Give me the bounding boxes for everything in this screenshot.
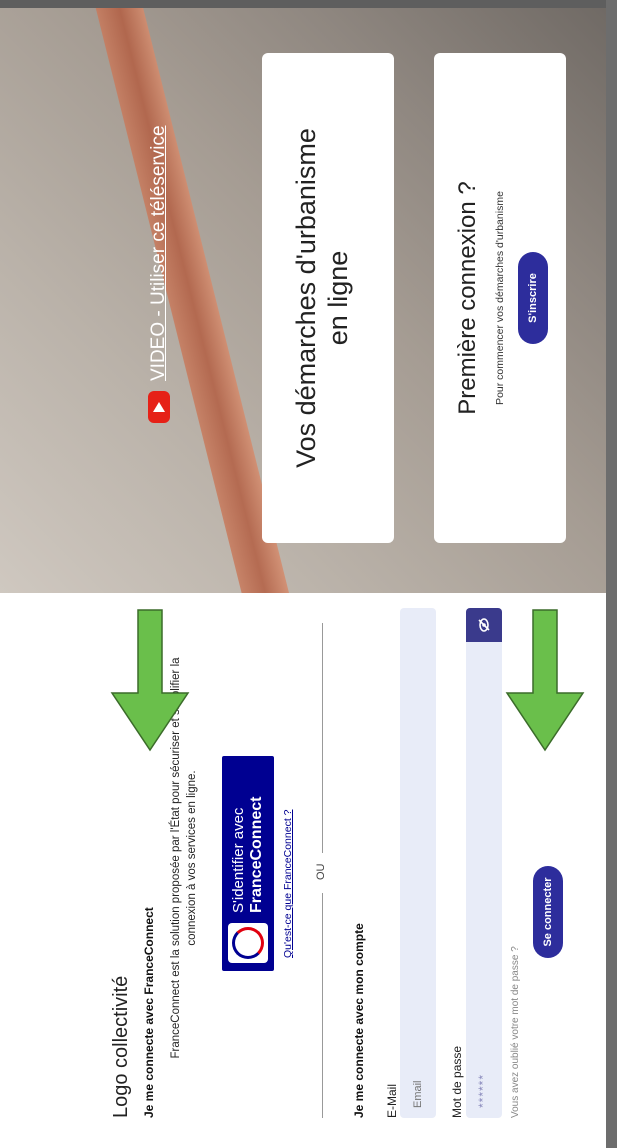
login-panel: Logo collectivité Je me connecte avec Fr… <box>0 593 606 1148</box>
email-field[interactable] <box>400 608 436 1118</box>
top-edge-bar <box>0 0 617 8</box>
screenshot-frame: Logo collectivité Je me connecte avec Fr… <box>0 0 617 1148</box>
green-arrow-icon <box>110 609 190 752</box>
connect-button[interactable]: Se connecter <box>533 866 563 958</box>
franceconnect-button-text: S'identifier avec FranceConnect <box>230 797 266 913</box>
eye-slash-icon <box>478 618 490 632</box>
first-connection-card: Première connexion ? Pour commencer vos … <box>434 53 566 543</box>
account-heading: Je me connecte avec mon compte <box>352 923 366 1118</box>
separator-line-right <box>322 623 323 853</box>
video-link[interactable]: VIDEO - Utiliser ce téléservice <box>148 125 170 423</box>
password-label: Mot de passe <box>450 1045 464 1118</box>
franceconnect-info-link[interactable]: Qu'est-ce que FranceConnect ? <box>282 809 294 958</box>
password-value: ****** <box>476 1073 490 1108</box>
franceconnect-button-line2: FranceConnect <box>248 796 265 913</box>
franceconnect-heading: Je me connecte avec FranceConnect <box>142 907 156 1118</box>
first-connection-title: Première connexion ? <box>454 181 481 415</box>
green-arrow-icon <box>505 609 585 752</box>
hero-banner: VIDEO - Utiliser ce téléservice Vos déma… <box>0 0 606 593</box>
title-card: Vos démarches d'urbanisme en ligne <box>262 53 394 543</box>
scrollbar[interactable] <box>606 0 617 1148</box>
franceconnect-logo-icon <box>228 923 268 963</box>
or-separator: OU <box>315 623 329 1118</box>
forgot-password-link[interactable]: Vous avez oublié votre mot de passe ? <box>510 946 521 1118</box>
video-link-label: VIDEO - Utiliser ce téléservice <box>148 125 169 381</box>
hero-title-line1: Vos démarches d'urbanisme <box>291 128 321 468</box>
franceconnect-button-line1: S'identifier avec <box>230 807 247 913</box>
email-label: E-Mail <box>385 1083 399 1118</box>
rotated-page: Logo collectivité Je me connecte avec Fr… <box>0 0 606 1148</box>
logo-collectivite: Logo collectivité <box>110 975 132 1118</box>
youtube-play-icon <box>148 391 170 423</box>
hero-title-line2: en ligne <box>323 250 353 346</box>
franceconnect-button[interactable]: S'identifier avec FranceConnect <box>222 756 274 971</box>
separator-line-left <box>322 893 323 1118</box>
signup-button[interactable]: S'inscrire <box>518 252 548 344</box>
separator-text: OU <box>315 863 327 881</box>
hero-title: Vos démarches d'urbanisme en ligne <box>290 53 354 543</box>
first-connection-subtitle: Pour commencer vos démarches d'urbanisme <box>494 191 506 405</box>
